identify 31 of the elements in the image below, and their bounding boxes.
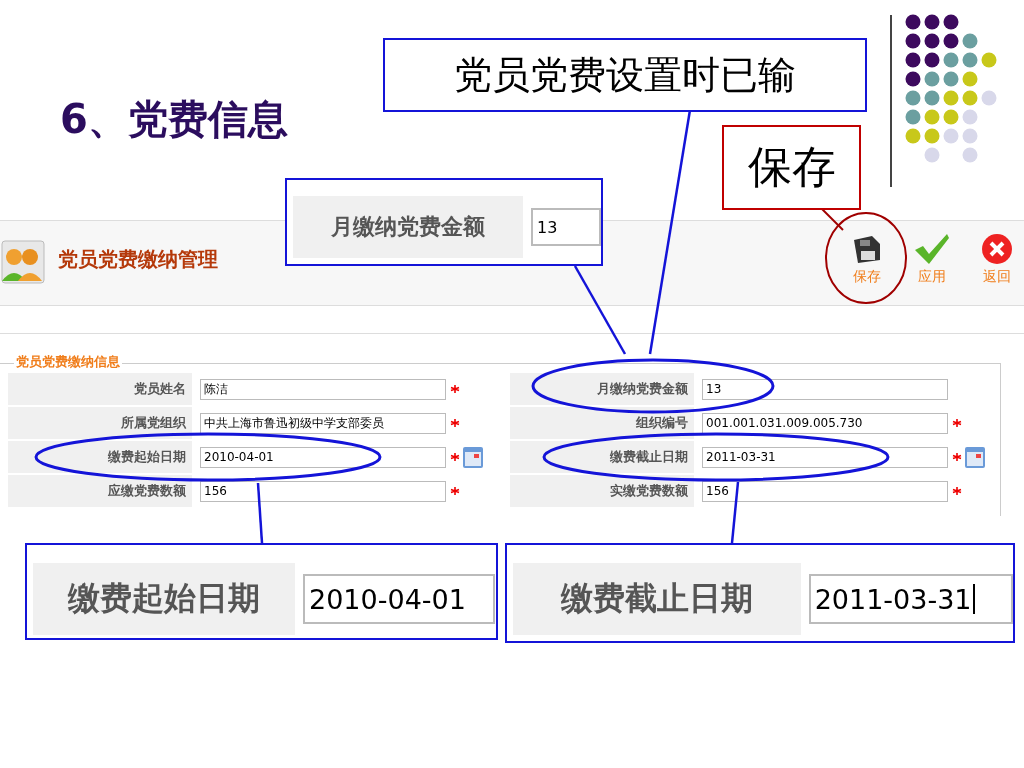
field-label: 缴费截止日期 xyxy=(510,441,694,473)
input-field[interactable]: 中共上海市鲁迅初级中学支部委员 xyxy=(200,412,446,434)
field-label: 缴费起始日期 xyxy=(33,563,295,635)
input-field[interactable]: 156 xyxy=(200,480,446,502)
close-icon xyxy=(980,232,1014,266)
input-field[interactable]: 13 xyxy=(531,208,601,246)
field-label: 实缴党费数额 xyxy=(510,475,694,507)
field-label: 缴费起始日期 xyxy=(8,441,192,473)
slide-title: 6、党费信息 xyxy=(60,95,288,144)
input-field[interactable]: 2011-03-31 xyxy=(702,446,948,468)
field-label: 缴费截止日期 xyxy=(513,563,801,635)
field-label: 党员姓名 xyxy=(8,373,192,405)
field-label: 所属党组织 xyxy=(8,407,192,439)
field-label: 月缴纳党费金额 xyxy=(293,196,523,258)
field-label: 月缴纳党费金额 xyxy=(510,373,694,405)
input-field[interactable]: 13 xyxy=(702,378,948,400)
input-field[interactable]: 2011-03-31 xyxy=(808,574,1013,624)
callout-box: 党员党费设置时已输 xyxy=(383,38,867,112)
input-field[interactable]: 2010-04-01 xyxy=(200,446,446,468)
calendar-icon[interactable] xyxy=(964,445,986,469)
checkmark-icon xyxy=(913,232,951,266)
field-label: 应缴党费数额 xyxy=(8,475,192,507)
section-legend: 党员党费缴纳信息 xyxy=(14,353,122,371)
input-field[interactable]: 2010-04-01 xyxy=(303,574,495,624)
input-field[interactable]: 001.001.031.009.005.730 xyxy=(702,412,948,434)
app-title: 党员党费缴纳管理 xyxy=(58,246,218,273)
input-field[interactable]: 陈洁 xyxy=(200,378,446,400)
calendar-icon[interactable] xyxy=(462,445,484,469)
field-label: 组织编号 xyxy=(510,407,694,439)
callout-box: 保存 xyxy=(722,125,861,210)
input-field[interactable]: 156 xyxy=(702,480,948,502)
